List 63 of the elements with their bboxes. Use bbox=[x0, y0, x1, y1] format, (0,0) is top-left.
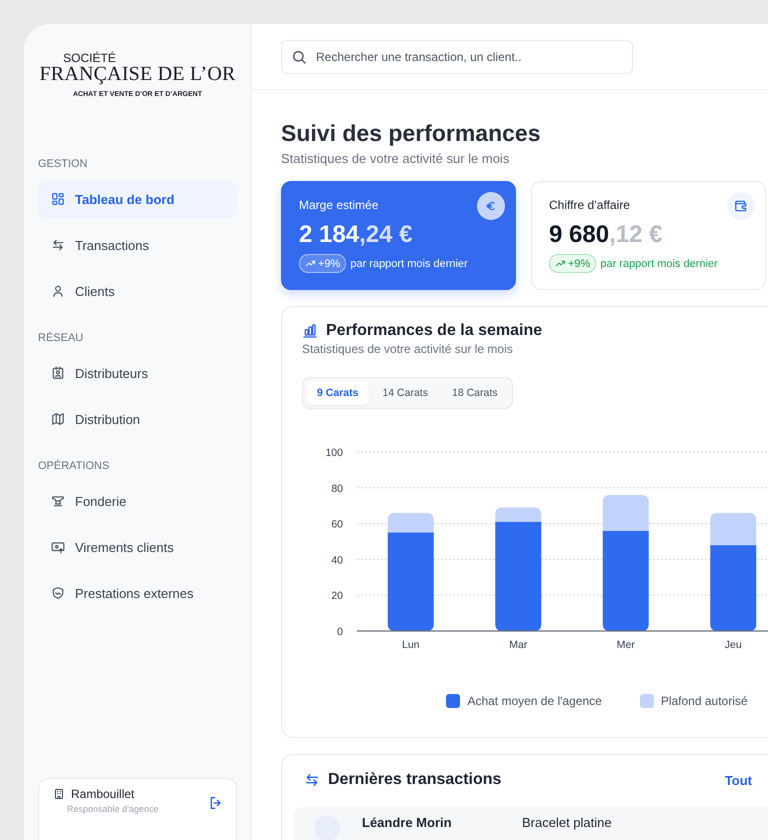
sidebar-item[interactable]: Virements clients bbox=[38, 528, 237, 566]
agency-role: Responsable d’agence bbox=[67, 804, 159, 814]
card-title: Performances de la semaine bbox=[326, 321, 542, 341]
user-icon bbox=[51, 284, 65, 298]
sidebar-item[interactable]: Tableau de bord bbox=[38, 180, 237, 218]
product-name: Bracelet platine bbox=[522, 815, 612, 830]
card-subtitle: Statistiques de votre activité sur le mois bbox=[302, 342, 514, 356]
y-tick-label: 100 bbox=[325, 447, 343, 459]
card-transfer-icon bbox=[51, 540, 65, 554]
transaction-row[interactable]: Léandre Morin Bracelet platine bbox=[294, 807, 768, 840]
page-subtitle: Statistiques de votre activité sur le mois bbox=[281, 151, 510, 166]
section-heading: RÉSEAU bbox=[38, 330, 84, 346]
section-heading: GESTION bbox=[38, 157, 89, 172]
sidebar-item[interactable]: Transactions bbox=[38, 226, 237, 264]
legend-label: Plafond autorisé bbox=[660, 694, 748, 708]
id-badge-icon bbox=[51, 366, 65, 380]
carat-tab[interactable]: 18 Carats bbox=[440, 381, 509, 405]
y-tick-label: 20 bbox=[331, 590, 343, 602]
sidebar-item[interactable]: Clients bbox=[38, 272, 237, 310]
stat-label: Marge estimée bbox=[299, 198, 378, 212]
client-name: Léandre Morin bbox=[362, 815, 453, 830]
search-icon bbox=[291, 48, 307, 64]
search-field[interactable]: Rechercher une transaction, un client.. bbox=[281, 40, 633, 74]
sidebar-item[interactable]: Fonderie bbox=[38, 482, 237, 520]
section-heading: OPÉRATIONS bbox=[38, 458, 110, 474]
comparison-note: par rapport mois dernier bbox=[600, 258, 718, 270]
sidebar-item[interactable]: Distribution bbox=[38, 400, 237, 438]
y-tick-label: 60 bbox=[331, 518, 343, 531]
trend-up-icon bbox=[305, 258, 316, 269]
trend-up-icon bbox=[555, 258, 566, 269]
card-title: Dernières transactions bbox=[328, 770, 502, 790]
arrows-icon bbox=[304, 772, 320, 788]
stat-value: 2 184,24 € bbox=[299, 220, 414, 250]
see-all-link[interactable]: Tout bbox=[724, 772, 752, 788]
y-tick-label: 80 bbox=[331, 482, 343, 495]
anvil-icon bbox=[51, 494, 65, 508]
x-axis-label: Jeu bbox=[724, 639, 742, 651]
page-title: Suivi des performances bbox=[281, 119, 542, 148]
wallet-icon bbox=[734, 199, 748, 213]
grid-icon bbox=[51, 192, 65, 206]
comparison-note: par rapport mois dernier bbox=[350, 258, 468, 270]
shield-icon bbox=[51, 586, 65, 600]
bar-chart-icon bbox=[302, 323, 318, 339]
building-icon bbox=[53, 788, 65, 800]
change-value: +9% bbox=[568, 258, 590, 270]
change-value: +9% bbox=[318, 258, 340, 270]
sidebar-item[interactable]: Distributeurs bbox=[38, 354, 237, 392]
carat-tab[interactable]: 9 Carats bbox=[306, 381, 370, 405]
stat-label: Chiffre d’affaire bbox=[549, 198, 630, 212]
stat-value: 9 680,12 € bbox=[549, 220, 664, 250]
logo-text: FRANÇAISE DE L’OR bbox=[39, 64, 236, 84]
carat-tab[interactable]: 14 Carats bbox=[371, 381, 439, 405]
y-tick-label: 0 bbox=[337, 626, 343, 638]
map-icon bbox=[51, 412, 65, 426]
logo-text: SOCIÉTÉ bbox=[63, 52, 116, 64]
x-axis-label: Mer bbox=[616, 639, 635, 651]
sidebar-item[interactable]: Prestations externes bbox=[38, 574, 237, 612]
y-tick-label: 40 bbox=[331, 554, 343, 566]
arrows-icon bbox=[51, 238, 65, 252]
agency-name: Rambouillet bbox=[71, 787, 134, 801]
x-axis-label: Lun bbox=[402, 639, 420, 651]
x-axis-label: Mar bbox=[509, 639, 528, 651]
legend-label: Achat moyen de l'agence bbox=[467, 694, 602, 708]
